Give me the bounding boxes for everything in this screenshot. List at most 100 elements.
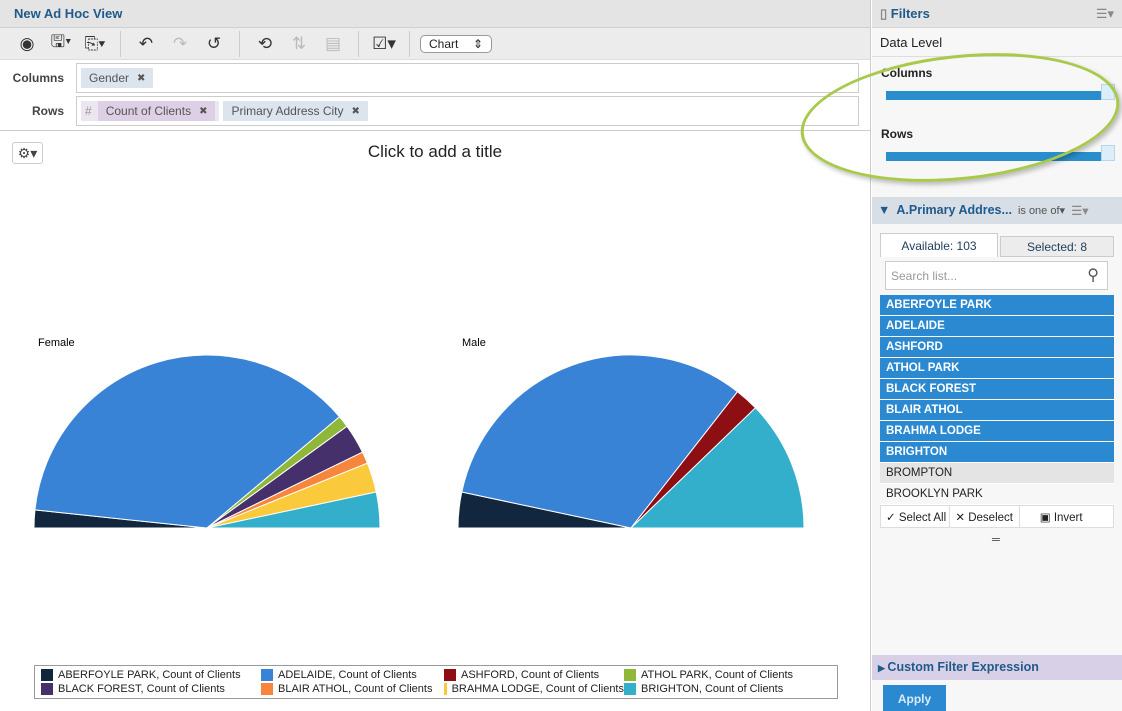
legend-item[interactable]: ASHFORD, Count of Clients xyxy=(444,669,624,682)
field-pill-count-of-clients[interactable]: Count of Clients ✖ xyxy=(97,101,216,121)
view-type-value: Chart xyxy=(429,36,459,51)
divider xyxy=(239,30,240,57)
updown-icon: ⇕ xyxy=(472,36,483,51)
legend-label: ATHOL PARK, Count of Clients xyxy=(641,669,794,682)
collapse-icon[interactable]: ▼ xyxy=(878,203,890,218)
search-placeholder: Search list... xyxy=(891,269,958,283)
filter-list-item[interactable]: BROMPTON xyxy=(880,463,1114,484)
tab-available[interactable]: Available: 103 xyxy=(880,233,998,257)
options-icon[interactable]: ☑▾ xyxy=(369,32,399,56)
filters-title: Filters xyxy=(890,6,930,21)
search-icon[interactable]: ⚲ xyxy=(1087,265,1099,285)
columns-label: Columns xyxy=(12,71,64,85)
legend-swatch xyxy=(444,669,456,682)
layout-icon[interactable]: ▤ xyxy=(318,32,348,56)
view-title: New Ad Hoc View xyxy=(0,0,870,28)
filter-list-item[interactable]: BLAIR ATHOL xyxy=(880,400,1114,421)
filter-list-item[interactable]: BRAHMA LODGE xyxy=(880,421,1114,442)
remove-icon[interactable]: ✖ xyxy=(137,73,145,84)
chart-area: Female Male xyxy=(33,337,805,529)
filter-list-item[interactable]: ASHFORD xyxy=(880,337,1114,358)
invert-button[interactable]: ▣ Invert xyxy=(1020,506,1113,527)
undo-all-icon[interactable]: ↺ xyxy=(199,32,229,56)
menu-icon[interactable]: ☰▾ xyxy=(1096,6,1114,21)
check-icon: ✓ xyxy=(886,512,899,524)
measures-group: # Count of Clients ✖ xyxy=(81,101,220,121)
chart-legend: ABERFOYLE PARK, Count of Clients ADELAIDE… xyxy=(34,665,838,699)
export-icon[interactable]: ⎘▾ xyxy=(80,32,110,56)
expand-icon: ▶ xyxy=(878,663,888,673)
measure-marker: # xyxy=(85,104,92,118)
legend-label: BRIGHTON, Count of Clients xyxy=(641,682,784,695)
eye-icon[interactable]: ◉ xyxy=(12,32,42,56)
sort-icon[interactable]: ⇅ xyxy=(284,32,314,56)
slider-handle[interactable] xyxy=(1101,145,1115,161)
remove-icon[interactable]: ✖ xyxy=(352,106,360,117)
invert-label: Invert xyxy=(1053,512,1083,524)
list-actions: ✓ Select All ✕ Deselect ▣ Invert xyxy=(880,505,1114,528)
panel-icon: ▯ xyxy=(880,6,888,21)
divider xyxy=(0,130,870,131)
deselect-button[interactable]: ✕ Deselect xyxy=(950,506,1020,527)
operator-dropdown[interactable]: is one of▾ xyxy=(1018,203,1065,218)
rows-row: Rows # Count of Clients ✖ Primary Address… xyxy=(0,96,870,126)
filter-header: ▼ A.Primary Addres... is one of▾ ☰▾ xyxy=(872,197,1122,224)
select-all-label: Select All xyxy=(898,512,947,524)
operator-value: is one of xyxy=(1017,205,1060,217)
divider xyxy=(409,30,410,57)
apply-button[interactable]: Apply xyxy=(883,685,946,711)
pie-title: Female xyxy=(38,337,75,349)
custom-filter-label: Custom Filter Expression xyxy=(887,660,1039,674)
legend-swatch xyxy=(444,682,447,695)
legend-item[interactable]: ABERFOYLE PARK, Count of Clients xyxy=(41,669,261,682)
pivot-icon[interactable]: ⟲ xyxy=(250,32,280,56)
redo-icon[interactable]: ↷ xyxy=(165,32,195,56)
columns-row: Columns Gender ✖ xyxy=(0,63,870,93)
legend-label: BLACK FOREST, Count of Clients xyxy=(58,682,225,695)
pill-label: Primary Address City xyxy=(231,104,344,118)
rows-dropzone[interactable]: # Count of Clients ✖ Primary Address City… xyxy=(76,96,859,126)
invert-icon: ▣ xyxy=(1039,512,1054,524)
pill-label: Gender xyxy=(89,71,130,85)
legend-item[interactable]: BLACK FOREST, Count of Clients xyxy=(41,682,261,696)
ad-hoc-view: New Ad Hoc View ◉ 🖫▾ ⎘▾ ↶ ↷ ↺ ⟲ ⇅ ▤ ☑▾ C… xyxy=(0,0,871,711)
filter-list-item[interactable]: BROOKLYN PARK xyxy=(880,484,1114,505)
filter-list-item[interactable]: ATHOL PARK xyxy=(880,358,1114,379)
legend-swatch xyxy=(41,682,53,695)
select-all-button[interactable]: ✓ Select All xyxy=(881,506,951,527)
filter-list-item[interactable]: BRIGHTON xyxy=(880,442,1114,463)
filter-list-item[interactable]: ABERFOYLE PARK xyxy=(880,295,1114,316)
legend-label: BRAHMA LODGE, Count of Clients xyxy=(451,682,624,695)
legend-label: ABERFOYLE PARK, Count of Clients xyxy=(58,669,241,682)
resize-handle[interactable]: ═ xyxy=(992,534,1000,546)
menu-icon[interactable]: ☰▾ xyxy=(1071,203,1088,218)
filter-value-list: ABERFOYLE PARK ADELAIDE ASHFORD ATHOL PARK B… xyxy=(880,295,1114,505)
divider xyxy=(120,30,121,57)
legend-item[interactable]: BRIGHTON, Count of Clients xyxy=(624,682,834,696)
chart-title[interactable]: Click to add a title xyxy=(0,142,870,162)
legend-label: ASHFORD, Count of Clients xyxy=(461,669,600,682)
legend-item[interactable]: ADELAIDE, Count of Clients xyxy=(261,669,444,682)
columns-dropzone[interactable]: Gender ✖ xyxy=(76,63,859,93)
field-pill-gender[interactable]: Gender ✖ xyxy=(81,68,154,88)
tab-selected[interactable]: Selected: 8 xyxy=(1000,236,1114,257)
custom-filter-expression-header[interactable]: ▶ Custom Filter Expression xyxy=(872,655,1122,680)
save-icon[interactable]: 🖫▾ xyxy=(46,32,76,56)
legend-item[interactable]: BRAHMA LODGE, Count of Clients xyxy=(444,682,624,696)
rows-label: Rows xyxy=(31,104,64,118)
filter-list-item[interactable]: BLACK FOREST xyxy=(880,379,1114,400)
filter-list-item[interactable]: ADELAIDE xyxy=(880,316,1114,337)
view-type-select[interactable]: Chart ⇕ xyxy=(420,34,492,53)
legend-swatch xyxy=(261,682,273,695)
field-pill-primary-address-city[interactable]: Primary Address City ✖ xyxy=(223,101,368,121)
pie-title: Male xyxy=(462,337,486,349)
legend-item[interactable]: BLAIR ATHOL, Count of Clients xyxy=(261,682,444,696)
deselect-label: Deselect xyxy=(968,512,1013,524)
legend-item[interactable]: ATHOL PARK, Count of Clients xyxy=(624,669,834,682)
remove-icon[interactable]: ✖ xyxy=(199,106,207,117)
gear-icon[interactable]: ⚙▾ xyxy=(12,142,43,164)
legend-swatch xyxy=(261,669,273,682)
toolbar: ◉ 🖫▾ ⎘▾ ↶ ↷ ↺ ⟲ ⇅ ▤ ☑▾ Chart ⇕ xyxy=(0,28,870,60)
search-input[interactable]: Search list... ⚲ xyxy=(885,261,1108,290)
undo-icon[interactable]: ↶ xyxy=(131,32,161,56)
